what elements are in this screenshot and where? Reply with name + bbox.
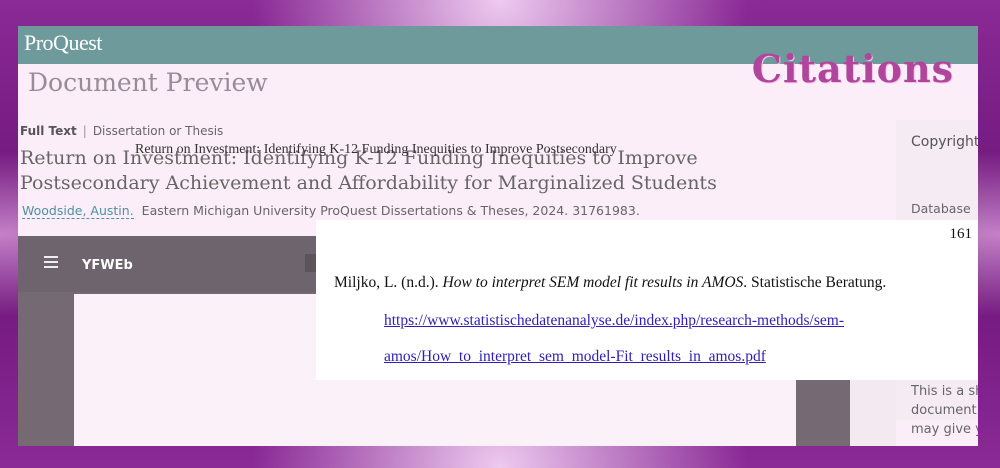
viewer-document-name: YFWEb <box>82 258 133 273</box>
title-line-2: Postsecondary Achievement and Affordabil… <box>20 172 717 194</box>
sidebar-description: This is a sh document. may give yo <box>911 382 978 439</box>
proquest-logo[interactable]: ProQuest <box>24 30 102 56</box>
pdf-page-text: Return on Investment: Identifying K-12 F… <box>135 142 617 157</box>
description-line: This is a sh <box>911 384 978 399</box>
reference-url-line-1[interactable]: https://www.statistischedatenanalyse.de/… <box>384 312 844 330</box>
copyright-label: Copyright <box>911 134 978 150</box>
source-info: Eastern Michigan University ProQuest Dis… <box>141 203 640 218</box>
page-number: 161 <box>949 226 973 242</box>
reference-authors: Miljko, L. (n.d.). <box>334 274 443 291</box>
citation-overlay: 161 Miljko, L. (n.d.). How to interpret … <box>316 220 978 380</box>
menu-icon[interactable] <box>44 256 58 271</box>
reference-entry: Miljko, L. (n.d.). How to interpret SEM … <box>334 274 886 292</box>
citations-heading: Citations <box>751 46 954 91</box>
document-type-label: Dissertation or Thesis <box>92 124 224 138</box>
description-line: may give yo <box>911 422 978 437</box>
browser-screen: ProQuest Document Preview Citations Full… <box>18 26 978 446</box>
page-title: Document Preview <box>28 68 268 97</box>
full-text-label[interactable]: Full Text <box>20 124 77 138</box>
reference-title: How to interpret SEM model fit results i… <box>442 274 744 291</box>
reference-publisher: . Statistische Beratung. <box>743 274 887 291</box>
byline: Woodside, Austin. Eastern Michigan Univer… <box>22 203 640 219</box>
description-line: document. <box>911 403 978 418</box>
reference-url-line-2[interactable]: amos/How_to_interpret_sem_model-Fit_resu… <box>384 348 766 366</box>
document-type: Full Text | Dissertation or Thesis <box>20 124 223 138</box>
author-link[interactable]: Woodside, Austin. <box>22 203 134 219</box>
type-separator: | <box>82 124 87 138</box>
